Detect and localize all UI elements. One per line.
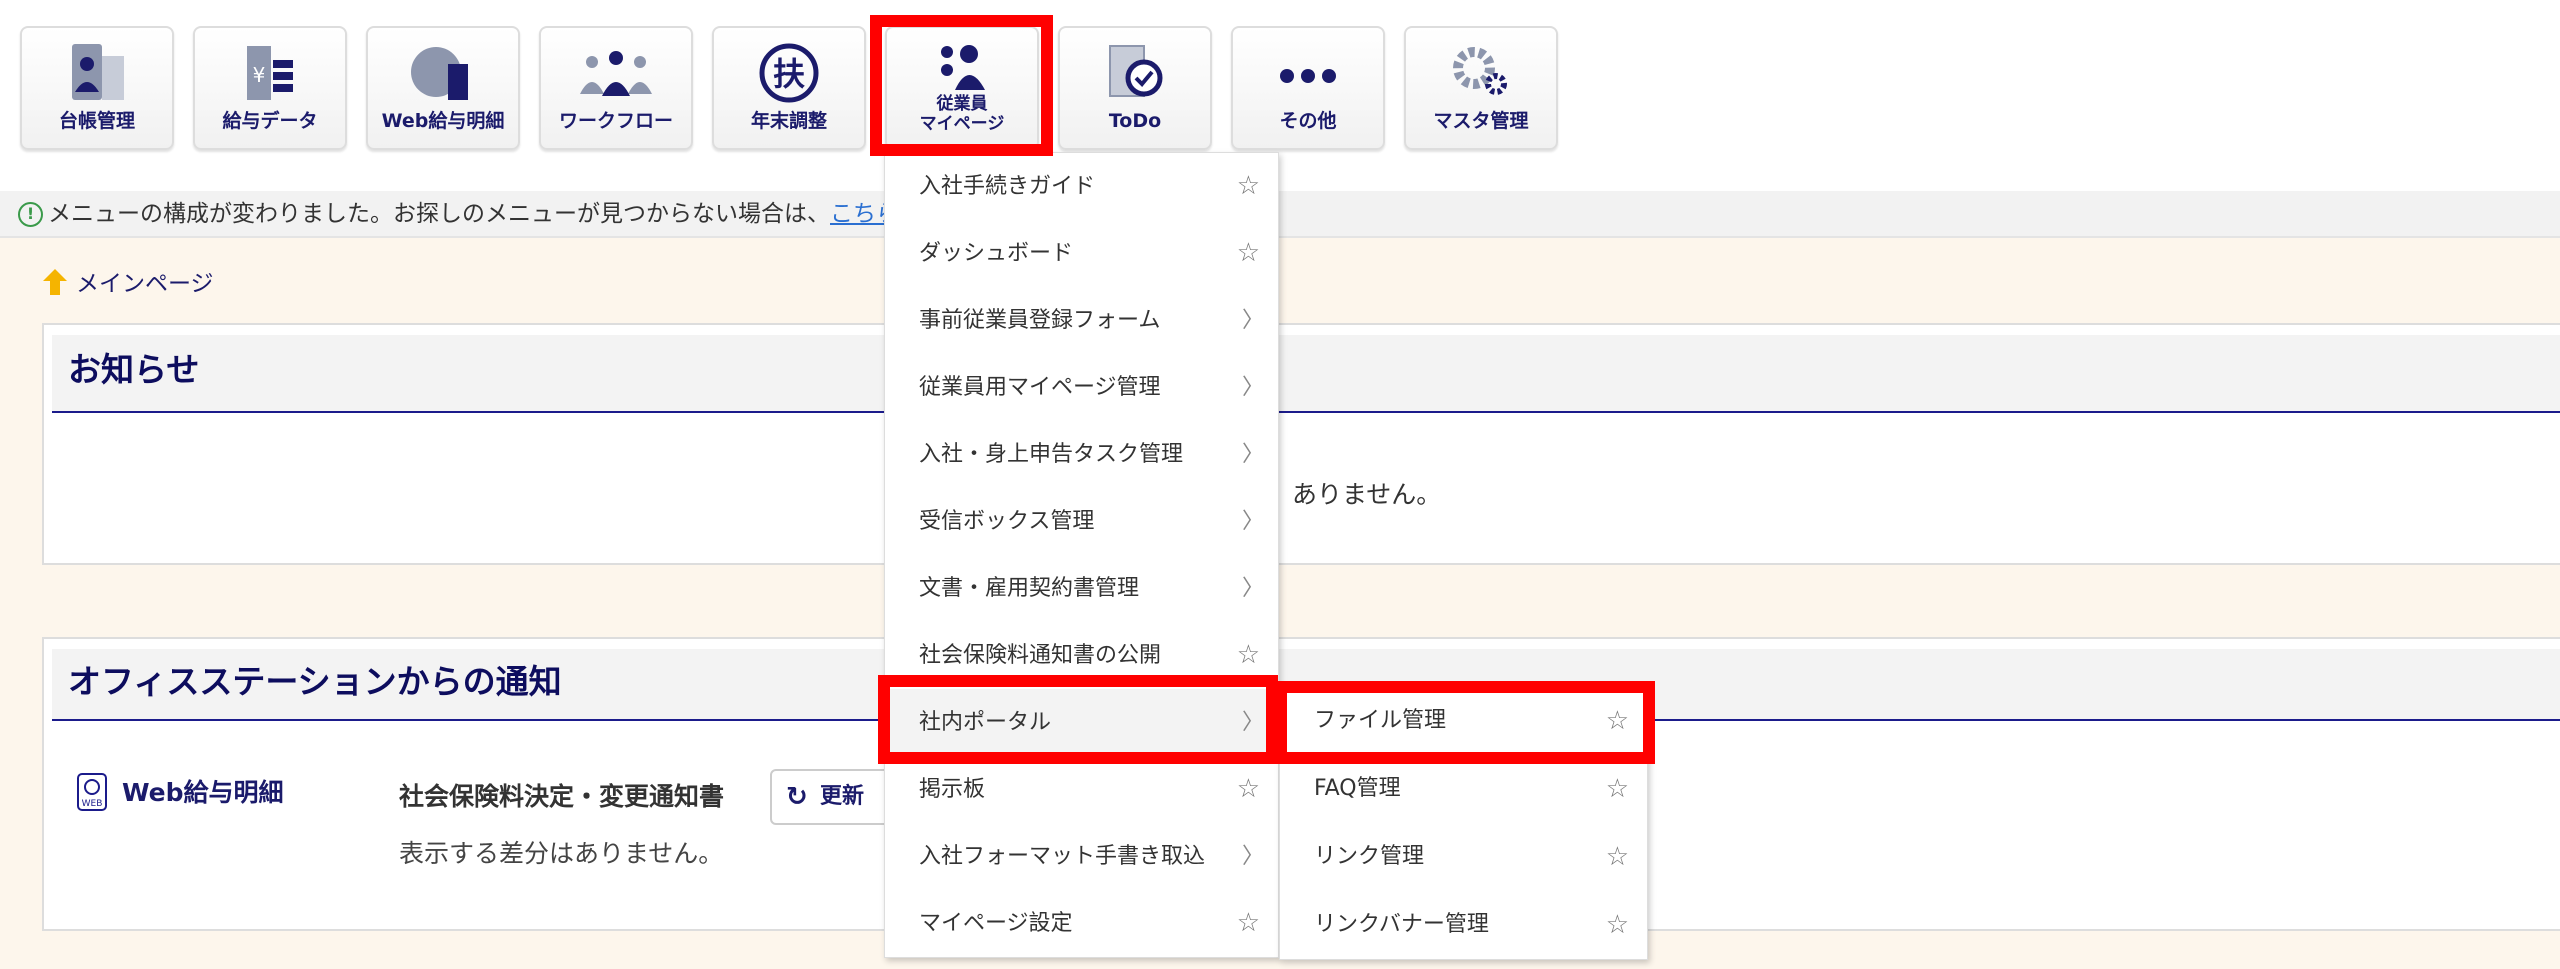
toolbar-button-todo[interactable]: ToDo	[1058, 26, 1212, 150]
submenu-item-label: リンク管理	[1314, 844, 1425, 869]
breadcrumb-main-page[interactable]: メインページ	[76, 271, 214, 297]
menu-item[interactable]: ダッシュボード ☆	[885, 220, 1278, 287]
star-icon[interactable]: ☆	[1606, 891, 1629, 959]
toolbar-button-more[interactable]: その他	[1231, 26, 1385, 150]
star-icon[interactable]: ☆	[1237, 890, 1260, 957]
toolbar-label: 台帳管理	[58, 110, 135, 132]
service-name: Web給与明細	[122, 778, 284, 807]
menu-item[interactable]: 受信ボックス管理 〉	[885, 488, 1278, 555]
menu-item-label: 受信ボックス管理	[919, 509, 1095, 534]
menu-item[interactable]: 社会保険料通知書の公開 ☆	[885, 622, 1278, 689]
menu-item-label: 事前従業員登録フォーム	[919, 308, 1161, 333]
chevron-right-icon: 〉	[1241, 308, 1264, 333]
menu-item-label: 入社手続きガイド	[919, 174, 1096, 199]
menu-item-label: 従業員用マイページ管理	[919, 375, 1161, 400]
chevron-right-icon: 〉	[1241, 442, 1264, 467]
svg-text:WEB: WEB	[82, 799, 103, 809]
menu-item-label: 入社フォーマット手書き取込	[919, 844, 1206, 869]
toolbar-button-ledger[interactable]: 台帳管理	[20, 26, 174, 150]
star-icon[interactable]: ☆	[1237, 756, 1260, 823]
toolbar-label: その他	[1279, 110, 1337, 132]
toolbar-label: 従業員 マイページ	[919, 94, 1005, 134]
toolbar-button-year-end-adjustment[interactable]: 扶年末調整	[712, 26, 866, 150]
submenu-item[interactable]: ファイル管理 ☆	[1280, 687, 1647, 755]
submenu-item-label: ファイル管理	[1314, 708, 1447, 733]
toolbar-button-master-settings[interactable]: マスタ管理	[1404, 26, 1558, 150]
submenu-item-label: リンクバナー管理	[1314, 912, 1489, 937]
menu-item-label: 掲示板	[919, 777, 986, 802]
toolbar-button-payroll-data[interactable]: ¥ 給与データ	[193, 26, 347, 150]
menu-item[interactable]: 文書・雇用契約書管理 〉	[885, 555, 1278, 622]
chevron-right-icon: 〉	[1241, 710, 1264, 735]
menu-item[interactable]: 掲示板 ☆	[885, 756, 1278, 823]
menu-item-label: ダッシュボード	[919, 241, 1074, 266]
menu-item-label: 入社・身上申告タスク管理	[919, 442, 1184, 467]
chevron-right-icon: 〉	[1241, 576, 1264, 601]
news-panel: お知らせ ありません。	[42, 323, 2560, 565]
toolbar-button-web-payslip[interactable]: Web給与明細	[366, 26, 520, 150]
employee-mypage-dropdown: 入社手続きガイド ☆ ダッシュボード ☆ 事前従業員登録フォーム〉従業員用マイページ管理…	[884, 152, 1279, 958]
document-name: 社会保険料決定・変更通知書	[399, 782, 725, 811]
refresh-label: 更新	[820, 784, 865, 809]
star-icon[interactable]: ☆	[1237, 622, 1260, 689]
menu-item-label: 社会保険料通知書の公開	[919, 643, 1162, 668]
menu-item-label: 文書・雇用契約書管理	[919, 576, 1140, 601]
menu-item[interactable]: 事前従業員登録フォーム 〉	[885, 287, 1278, 354]
notice-text: メニューの構成が変わりました。お探しのメニューが見つからない場合は、	[48, 201, 830, 227]
submenu-item[interactable]: リンクバナー管理 ☆	[1280, 891, 1647, 959]
svg-text:¥: ¥	[253, 63, 266, 87]
menu-item-label: 社内ポータル	[919, 710, 1052, 735]
news-empty-text: ありません。	[1292, 480, 1442, 509]
menu-item-label: マイページ設定	[919, 911, 1073, 936]
toolbar-label: 給与データ	[222, 110, 318, 132]
menu-item[interactable]: マイページ設定 ☆	[885, 890, 1278, 957]
news-title: お知らせ	[52, 335, 2560, 413]
web-payslip-icon: WEB	[77, 773, 107, 815]
refresh-icon: ↻	[786, 782, 808, 812]
star-icon[interactable]: ☆	[1606, 823, 1629, 891]
menu-item[interactable]: 入社フォーマット手書き取込 〉	[885, 823, 1278, 890]
menu-item[interactable]: 入社・身上申告タスク管理 〉	[885, 421, 1278, 488]
home-icon	[42, 268, 68, 302]
menu-item[interactable]: 入社手続きガイド ☆	[885, 153, 1278, 220]
submenu-item[interactable]: リンク管理 ☆	[1280, 823, 1647, 891]
toolbar-label: ワークフロー	[558, 110, 673, 132]
chevron-right-icon: 〉	[1241, 509, 1264, 534]
toolbar-button-employee-mypage[interactable]: 従業員 マイページ	[885, 26, 1039, 150]
submenu-item-label: FAQ管理	[1314, 776, 1401, 801]
menu-item[interactable]: 社内ポータル 〉	[885, 689, 1278, 756]
toolbar-label: ToDo	[1108, 110, 1162, 132]
toolbar-label: 年末調整	[750, 110, 827, 132]
submenu-item[interactable]: FAQ管理 ☆	[1280, 755, 1647, 823]
diff-text: 表示する差分はありません。	[399, 839, 724, 868]
notice-bar: ! メニューの構成が変わりました。お探しのメニューが見つからない場合は、こちら	[0, 191, 2560, 238]
star-icon[interactable]: ☆	[1237, 153, 1260, 220]
svg-text:扶: 扶	[773, 55, 805, 93]
star-icon[interactable]: ☆	[1606, 755, 1629, 823]
star-icon[interactable]: ☆	[1237, 220, 1260, 287]
info-icon: !	[18, 202, 43, 227]
chevron-right-icon: 〉	[1241, 844, 1264, 869]
toolbar-label: マスタ管理	[1433, 110, 1529, 132]
internal-portal-submenu: ファイル管理 ☆ FAQ管理 ☆ リンク管理 ☆ リンクバナー管理 ☆	[1279, 686, 1648, 960]
toolbar-button-workflow[interactable]: ワークフロー	[539, 26, 693, 150]
star-icon[interactable]: ☆	[1606, 687, 1629, 755]
toolbar-label: Web給与明細	[381, 110, 505, 132]
menu-item[interactable]: 従業員用マイページ管理 〉	[885, 354, 1278, 421]
breadcrumb[interactable]: メインページ	[42, 264, 214, 302]
chevron-right-icon: 〉	[1241, 375, 1264, 400]
